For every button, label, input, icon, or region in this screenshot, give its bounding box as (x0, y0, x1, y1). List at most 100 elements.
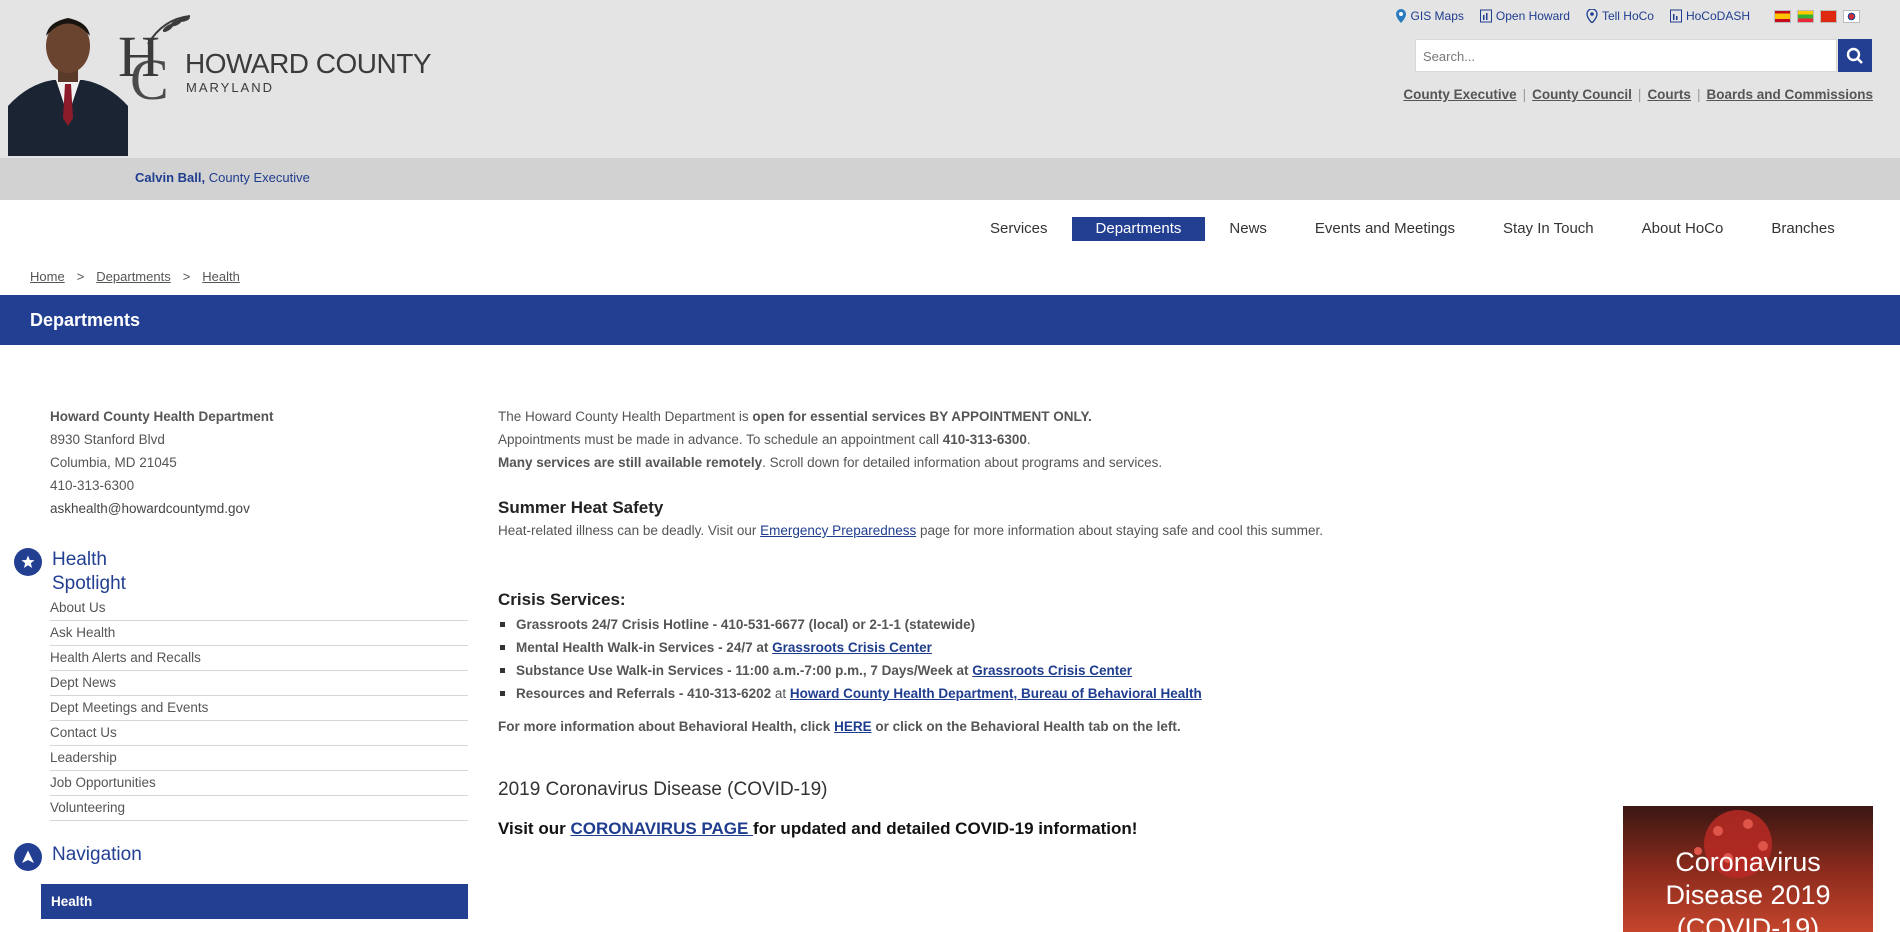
intro-period: . (1087, 409, 1092, 424)
grassroots-crisis-center-link[interactable]: Grassroots Crisis Center (772, 640, 932, 655)
search-button[interactable] (1838, 39, 1872, 72)
spotlight-item-health-alerts[interactable]: Health Alerts and Recalls (50, 647, 468, 671)
breadcrumb-departments[interactable]: Departments (96, 269, 170, 284)
department-banner (0, 295, 1900, 345)
executive-title: County Executive (208, 170, 310, 185)
spotlight-title: Health Spotlight (52, 548, 126, 596)
spotlight-item-dept-meetings[interactable]: Dept Meetings and Events (50, 697, 468, 721)
navigation-title: Navigation (52, 844, 142, 865)
spotlight-item-dept-news[interactable]: Dept News (50, 672, 468, 696)
covid-banner-text: Coronavirus Disease 2019 (COVID-19) (1623, 846, 1873, 932)
bureau-behavioral-health-link[interactable]: Howard County Health Department, Bureau … (790, 686, 1202, 701)
list-item: Resources and Referrals - 410-313-6202 a… (498, 682, 1848, 705)
executive-credit: Calvin Ball, County Executive (135, 170, 310, 185)
heat-safety-heading: Summer Heat Safety (498, 498, 664, 517)
breadcrumb-health[interactable]: Health (202, 269, 240, 284)
nav-branches[interactable]: Branches (1747, 217, 1858, 241)
county-council-link[interactable]: County Council (1532, 87, 1632, 102)
contact-city: Columbia, MD 21045 (50, 455, 177, 470)
intro-paragraph-3: Many services are still available remote… (498, 451, 1848, 474)
contact-email-link[interactable]: askhealth@howardcountymd.gov (50, 497, 274, 520)
spotlight-item-leadership[interactable]: Leadership (50, 747, 468, 771)
burmese-flag-icon[interactable] (1797, 9, 1814, 23)
map-pin-icon (1395, 9, 1406, 23)
spotlight-header: Health Spotlight (14, 548, 126, 596)
separator: | (1522, 87, 1527, 102)
appointment-text: Appointments must be made in advance. To… (498, 432, 943, 447)
hocodash-link[interactable]: HoCoDASH (1669, 9, 1750, 23)
open-howard-link[interactable]: Open Howard (1479, 9, 1570, 23)
behavioral-health-here-link[interactable]: HERE (834, 719, 872, 734)
covid-text-end: for updated and detailed COVID-19 inform… (753, 819, 1138, 838)
sidebar-item-health[interactable]: Health (41, 884, 468, 919)
county-executive-portrait (8, 6, 128, 156)
spotlight-item-volunteering[interactable]: Volunteering (50, 797, 468, 821)
gis-maps-link[interactable]: GIS Maps (1395, 9, 1464, 23)
data-chart-icon (1479, 9, 1492, 23)
covid-text: Visit our (498, 819, 571, 838)
heat-safety-paragraph: Heat-related illness can be deadly. Visi… (498, 519, 1848, 542)
main-content: The Howard County Health Department is o… (498, 405, 1848, 842)
separator: | (1637, 87, 1642, 102)
chinese-flag-icon[interactable] (1820, 9, 1837, 23)
heat-text: Heat-related illness can be deadly. Visi… (498, 523, 761, 538)
breadcrumb: Home > Departments > Health (30, 269, 240, 284)
main-navigation: Services Departments News Events and Mee… (966, 217, 1859, 241)
referrals-text: Resources and Referrals - 410-313-6202 (516, 686, 772, 701)
spotlight-list: About Us Ask Health Health Alerts and Re… (50, 597, 468, 822)
executive-name: Calvin Ball, (135, 170, 206, 185)
grassroots-crisis-center-link-2[interactable]: Grassroots Crisis Center (972, 663, 1132, 678)
korean-flag-icon[interactable] (1843, 9, 1860, 23)
appointment-period: . (1026, 432, 1031, 447)
covid-banner[interactable]: Coronavirus Disease 2019 (COVID-19) (1623, 806, 1873, 932)
contact-org-name: Howard County Health Department (50, 409, 274, 424)
covid-banner-line3: (COVID-19) (1676, 913, 1820, 932)
emergency-preparedness-link[interactable]: Emergency Preparedness (760, 523, 916, 538)
nav-services[interactable]: Services (966, 217, 1072, 241)
separator: | (1696, 87, 1701, 102)
nav-stay-in-touch[interactable]: Stay In Touch (1479, 217, 1618, 241)
behavioral-health-paragraph: For more information about Behavioral He… (498, 715, 1848, 738)
search-input[interactable]: Search... (1415, 39, 1837, 72)
spotlight-title-line2: Spotlight (52, 573, 126, 594)
crisis-services-list: Grassroots 24/7 Crisis Hotline - 410-531… (498, 613, 1848, 705)
intro-paragraph-1: The Howard County Health Department is o… (498, 405, 1848, 428)
referrals-at: at (771, 686, 790, 701)
coronavirus-page-link[interactable]: CORONAVIRUS PAGE (570, 819, 753, 838)
heat-text-end: page for more information about staying … (916, 523, 1323, 538)
boards-commissions-link[interactable]: Boards and Commissions (1706, 87, 1873, 102)
remote-emphasis: Many services are still available remote… (498, 455, 763, 470)
search-icon (1846, 47, 1863, 64)
spotlight-title-line1: Health (52, 549, 107, 570)
compass-icon (14, 843, 42, 871)
spotlight-item-about-us[interactable]: About Us (50, 597, 468, 621)
nav-news[interactable]: News (1205, 217, 1291, 241)
intro-text: The Howard County Health Department is (498, 409, 753, 424)
tell-hoco-label: Tell HoCo (1601, 9, 1654, 23)
dashboard-icon (1669, 9, 1682, 23)
spanish-flag-icon[interactable] (1774, 9, 1791, 23)
nav-about-hoco[interactable]: About HoCo (1618, 217, 1748, 241)
breadcrumb-separator: > (182, 269, 191, 284)
nav-events-meetings[interactable]: Events and Meetings (1291, 217, 1479, 241)
appointment-phone: 410-313-6300 (942, 432, 1027, 447)
nav-departments[interactable]: Departments (1071, 217, 1206, 241)
breadcrumb-home[interactable]: Home (30, 269, 65, 284)
utility-links: GIS Maps Open Howard Tell HoCo HoCoDASH (1395, 9, 1860, 23)
substance-use-text: Substance Use Walk-in Services - 11:00 a… (516, 663, 973, 678)
location-pin-icon (1586, 9, 1598, 23)
list-item: Mental Health Walk-in Services - 24/7 at… (498, 636, 1848, 659)
open-howard-label: Open Howard (1495, 9, 1570, 23)
courts-link[interactable]: Courts (1647, 87, 1691, 102)
tell-hoco-link[interactable]: Tell HoCo (1586, 9, 1654, 23)
spotlight-item-ask-health[interactable]: Ask Health (50, 622, 468, 646)
contact-street: 8930 Stanford Blvd (50, 432, 165, 447)
language-flags (1774, 9, 1860, 23)
spotlight-item-job-opportunities[interactable]: Job Opportunities (50, 772, 468, 796)
contact-block: Howard County Health Department 8930 Sta… (50, 405, 274, 520)
navigation-header: Navigation (14, 843, 142, 871)
county-executive-link[interactable]: County Executive (1403, 87, 1516, 102)
state-name: MARYLAND (186, 80, 275, 95)
contact-phone: 410-313-6300 (50, 478, 135, 493)
spotlight-item-contact-us[interactable]: Contact Us (50, 722, 468, 746)
